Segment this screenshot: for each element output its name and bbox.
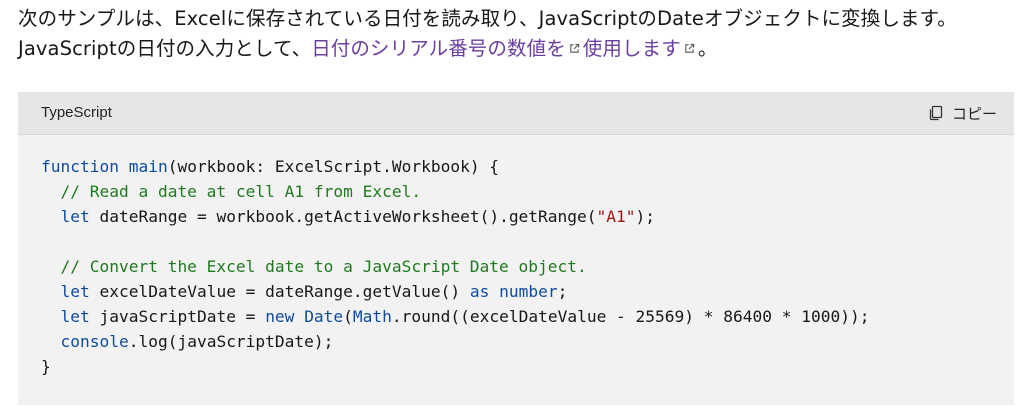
code-line: let dateRange = workbook.getActiveWorksh… <box>60 207 656 226</box>
code-language-label: TypeScript <box>41 104 112 121</box>
serial-number-link[interactable]: 日付のシリアル番号の数値を <box>311 37 566 60</box>
code-line: let excelDateValue = dateRange.getValue(… <box>60 282 568 301</box>
external-link-icon <box>685 43 694 53</box>
external-link-icon <box>570 43 579 53</box>
intro-paragraph: 次のサンプルは、Excelに保存されている日付を読み取り、JavaScriptの… <box>18 4 1018 64</box>
code-content: function main(workbook: ExcelScript.Work… <box>41 154 869 379</box>
use-link-plain[interactable]: 使用します <box>583 37 681 60</box>
copy-label: コピー <box>951 104 997 123</box>
copy-button[interactable]: コピー <box>928 100 997 126</box>
code-line: let javaScriptDate = new Date(Math.round… <box>60 307 870 326</box>
code-line: } <box>41 357 51 376</box>
code-block: TypeScript コピー function main(workbook: E… <box>18 92 1014 405</box>
code-line: function main(workbook: ExcelScript.Work… <box>41 157 500 176</box>
code-line: console.log(javaScriptDate); <box>60 332 334 351</box>
code-line: // Read a date at cell A1 from Excel. <box>41 182 422 201</box>
copy-icon <box>929 105 943 121</box>
intro-end: 。 <box>697 37 718 60</box>
code-line: // Convert the Excel date to a JavaScrip… <box>41 257 587 276</box>
code-header: TypeScript コピー <box>18 92 1014 135</box>
